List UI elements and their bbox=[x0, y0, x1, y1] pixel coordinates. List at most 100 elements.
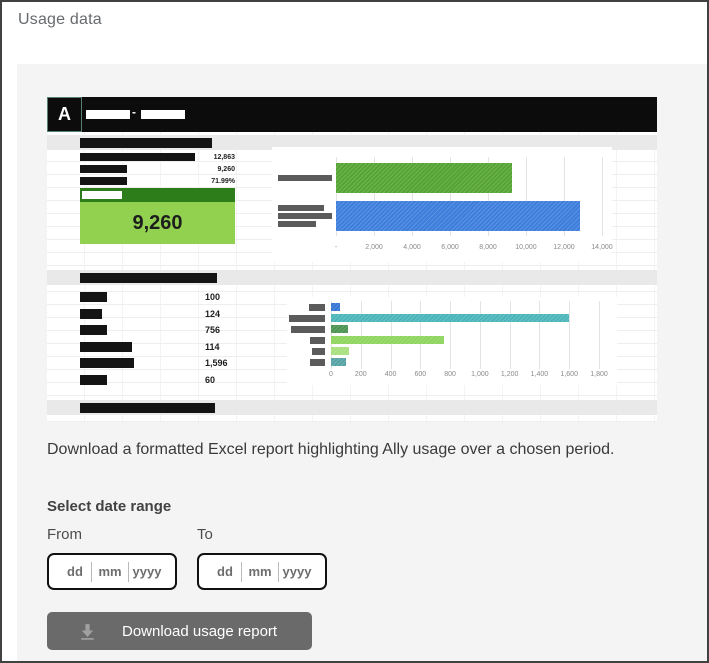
summary-row: 9,260 bbox=[80, 163, 235, 175]
bar-track bbox=[331, 325, 599, 333]
axis-tick-label: 400 bbox=[385, 371, 397, 378]
chart-row bbox=[287, 314, 617, 322]
day-segment[interactable]: dd bbox=[209, 564, 241, 579]
axis-tick-label: 0 bbox=[329, 371, 333, 378]
bar-track bbox=[331, 347, 599, 355]
chart-bars bbox=[272, 163, 612, 239]
axis-tick-label: 1,200 bbox=[501, 371, 519, 378]
month-segment[interactable]: mm bbox=[92, 564, 128, 579]
download-button-label: Download usage report bbox=[122, 623, 277, 640]
axis-tick-label: 800 bbox=[444, 371, 456, 378]
axis-tick-label: 1,000 bbox=[471, 371, 489, 378]
redacted-title-bar bbox=[141, 110, 185, 119]
bar-track bbox=[331, 336, 599, 344]
bar bbox=[331, 325, 348, 333]
section-header-row bbox=[47, 270, 657, 285]
highlight-cell-header bbox=[80, 188, 235, 202]
axis-tick-label: - bbox=[335, 244, 337, 251]
bar-track bbox=[331, 303, 599, 311]
year-segment[interactable]: yyyy bbox=[279, 564, 315, 579]
redacted-label-bar bbox=[82, 191, 122, 199]
highlight-value: 9,260 bbox=[132, 212, 182, 235]
category-label-redacted bbox=[272, 163, 336, 193]
summary-table: 12,863 9,260 71.99% bbox=[80, 151, 235, 187]
redacted-section-title bbox=[80, 403, 215, 413]
summary-value: 9,260 bbox=[217, 166, 235, 173]
redacted-title-bar bbox=[86, 110, 130, 119]
bar-track bbox=[331, 314, 599, 322]
category-label-redacted bbox=[287, 358, 331, 366]
axis-tick-label: 2,000 bbox=[365, 244, 383, 251]
download-usage-report-button[interactable]: Download usage report bbox=[47, 612, 312, 650]
redacted-section-title bbox=[80, 273, 217, 283]
chart-bars bbox=[287, 303, 617, 369]
redacted-label-bar bbox=[310, 337, 325, 344]
table-row: 100 bbox=[80, 292, 235, 302]
bar bbox=[331, 347, 349, 355]
bar-track bbox=[336, 163, 602, 193]
cell-value: 756 bbox=[205, 325, 220, 335]
year-segment[interactable]: yyyy bbox=[129, 564, 165, 579]
bar bbox=[331, 336, 444, 344]
axis-tick-label: 1,400 bbox=[531, 371, 549, 378]
axis-tick-label: 1,600 bbox=[560, 371, 578, 378]
month-segment[interactable]: mm bbox=[242, 564, 278, 579]
chart-row bbox=[287, 358, 617, 366]
detail-table: 1001247561141,59660 bbox=[80, 292, 235, 385]
bar bbox=[331, 358, 346, 366]
to-label: To bbox=[197, 526, 213, 543]
bar bbox=[331, 303, 340, 311]
cell-value: 100 bbox=[205, 292, 220, 302]
usage-bar-chart-bottom: 0 200 400 600 800 1,000 1,200 1,400 1,600 1,800 bbox=[287, 297, 617, 385]
summary-value: 71.99% bbox=[211, 178, 235, 185]
summary-value: 12,863 bbox=[214, 154, 235, 161]
description-text: Download a formatted Excel report highli… bbox=[47, 441, 614, 459]
highlight-cell: 9,260 bbox=[80, 202, 235, 244]
axis-tick-label: 10,000 bbox=[515, 244, 536, 251]
bar-track bbox=[331, 358, 599, 366]
redacted-label-bar bbox=[80, 358, 134, 368]
section-header-row bbox=[47, 400, 657, 415]
category-label-redacted bbox=[287, 303, 331, 311]
cell-value: 124 bbox=[205, 309, 220, 319]
usage-bar-chart-top: -2,0004,0006,0008,00010,00012,00014,000 bbox=[272, 147, 612, 262]
redacted-label-bar bbox=[278, 213, 332, 219]
table-row: 114 bbox=[80, 342, 235, 352]
chart-row bbox=[287, 303, 617, 311]
download-icon bbox=[79, 623, 96, 640]
summary-row: 12,863 bbox=[80, 151, 235, 163]
summary-row: 71.99% bbox=[80, 175, 235, 187]
axis-tick-label: 4,000 bbox=[403, 244, 421, 251]
axis-tick-label: 6,000 bbox=[441, 244, 459, 251]
redacted-label-bar bbox=[80, 292, 107, 302]
redacted-label-bar bbox=[278, 221, 316, 227]
chart-x-axis: 02004006008001,0001,2001,4001,6001,800 bbox=[331, 371, 599, 381]
chart-row bbox=[287, 325, 617, 333]
page-title: Usage data bbox=[18, 11, 102, 29]
redacted-label-bar bbox=[80, 375, 107, 385]
chart-row bbox=[272, 201, 612, 231]
axis-tick-label: 14,000 bbox=[591, 244, 612, 251]
bar bbox=[336, 201, 580, 231]
table-row: 756 bbox=[80, 325, 235, 335]
from-date-input[interactable]: dd mm yyyy bbox=[47, 553, 177, 590]
to-date-input[interactable]: dd mm yyyy bbox=[197, 553, 327, 590]
report-header-bar: - bbox=[47, 97, 657, 132]
cell-value: 114 bbox=[205, 342, 220, 352]
axis-tick-label: 600 bbox=[414, 371, 426, 378]
table-row: 124 bbox=[80, 309, 235, 319]
cell-value: 1,596 bbox=[205, 358, 228, 368]
redacted-label-bar bbox=[310, 359, 325, 366]
bar-track bbox=[336, 201, 602, 231]
ally-logo-letter: A bbox=[58, 104, 71, 125]
axis-tick-label: 200 bbox=[355, 371, 367, 378]
axis-tick-label: 12,000 bbox=[553, 244, 574, 251]
redacted-label-bar bbox=[312, 348, 325, 355]
redacted-label-bar bbox=[80, 342, 132, 352]
redacted-label-bar bbox=[80, 177, 127, 185]
axis-tick-label: 1,800 bbox=[590, 371, 608, 378]
category-label-redacted bbox=[287, 347, 331, 355]
title-separator: - bbox=[132, 105, 136, 119]
report-preview-image: - A 12,863 9,260 71.99% 9,260 100 124 756 114… bbox=[47, 97, 657, 422]
day-segment[interactable]: dd bbox=[59, 564, 91, 579]
